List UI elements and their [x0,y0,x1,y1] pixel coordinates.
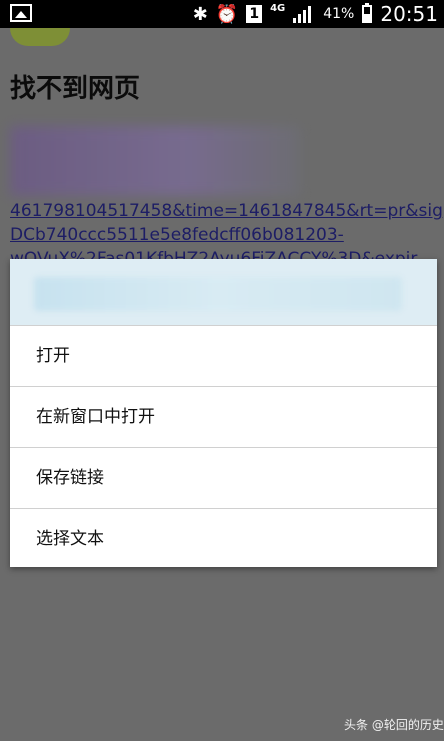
menu-item-select-text[interactable]: 选择文本 [10,508,437,569]
blurred-content [10,126,300,196]
clock: 20:51 [380,2,438,26]
signal-icon [293,5,315,23]
blurred-link-url [34,277,402,311]
menu-item-save-link[interactable]: 保存链接 [10,447,437,508]
notification-area [10,4,32,22]
android-icon [10,28,70,46]
bluetooth-icon: ✱ [192,3,208,25]
status-bar: ✱ ⏰ 1 4G 41% 20:51 [0,0,444,28]
sim-indicator: 1 [246,5,263,23]
status-icons: ✱ ⏰ 1 4G 41% 20:51 [193,0,438,28]
menu-item-open[interactable]: 打开 [10,325,437,386]
url-link-line-1[interactable]: 461798104517458&time=1461847845&rt=pr&si… [10,201,443,221]
battery-percent: 41% [323,6,355,22]
link-context-menu: 打开 在新窗口中打开 保存链接 选择文本 [10,259,437,567]
network-type: 4G [270,2,286,14]
alarm-icon: ⏰ [215,3,239,25]
menu-item-open-new-window[interactable]: 在新窗口中打开 [10,386,437,447]
watermark: 头条 @轮回的历史 [344,718,444,732]
page-title: 找不到网页 [10,74,141,104]
image-icon [10,4,32,22]
battery-icon [362,3,373,23]
url-link-line-2[interactable]: DCb740ccc5511e5e8fedcff06b081203- [10,225,344,245]
menu-header [10,259,437,325]
